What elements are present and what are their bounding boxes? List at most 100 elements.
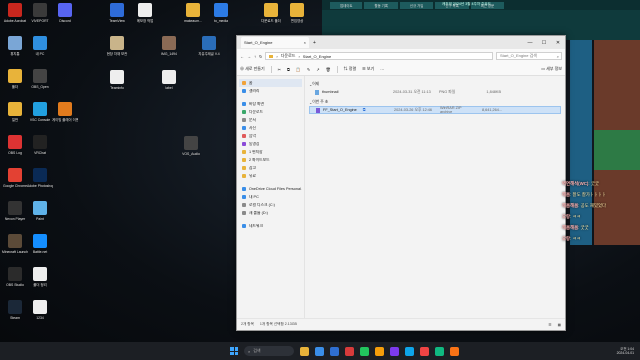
- desktop-icon[interactable]: makeaum...: [180, 3, 206, 23]
- taskbar-app-icon[interactable]: [345, 346, 354, 356]
- nav-item[interactable]: 음악: [239, 132, 302, 140]
- taskbar-app-icon[interactable]: [375, 346, 384, 356]
- group-header-yesterday[interactable]: ⌄ 어제: [309, 80, 561, 88]
- nav-item[interactable]: 참고: [239, 164, 302, 172]
- desktop-icon[interactable]: to_media: [208, 3, 234, 23]
- forward-arrow-icon[interactable]: →: [247, 54, 251, 59]
- desktop-icon[interactable]: VRChat: [27, 135, 53, 155]
- share-icon[interactable]: ↗: [316, 67, 319, 72]
- taskbar-app-icon[interactable]: [420, 346, 429, 356]
- desktop-icon[interactable]: OBS_Open: [27, 69, 53, 89]
- new-tab-button[interactable]: +: [313, 40, 316, 46]
- breadcrumb-downloads[interactable]: 다운로드: [281, 53, 296, 59]
- desktop-icon[interactable]: 1234: [27, 300, 53, 320]
- tile-view-icon[interactable]: ▦: [558, 323, 561, 327]
- minimize-button[interactable]: —: [523, 40, 537, 46]
- close-button[interactable]: ✕: [551, 40, 565, 46]
- more-button[interactable]: ···: [380, 67, 384, 72]
- new-button[interactable]: ⊕ 새로 만들기: [240, 66, 265, 72]
- nav-item[interactable]: 문서: [239, 116, 302, 124]
- desktop-icon[interactable]: OBS Log: [2, 135, 28, 155]
- desktop-icon[interactable]: TeamView: [104, 3, 130, 23]
- taskbar-app-icon[interactable]: [390, 346, 399, 356]
- nav-item[interactable]: 유료: [239, 172, 302, 180]
- nav-item[interactable]: 사진: [239, 124, 302, 132]
- desktop-icon[interactable]: Google Chrome: [2, 168, 28, 188]
- list-view-icon[interactable]: ☰: [548, 323, 551, 327]
- desktop-icon[interactable]: IMG_1494: [156, 36, 182, 56]
- nav-item[interactable]: 1 편지함: [239, 148, 302, 156]
- breadcrumb-current[interactable]: Start_O_Engine: [303, 54, 331, 59]
- taskbar-app-icon[interactable]: [360, 346, 369, 356]
- desktop-icon[interactable]: 게이밍 플레이 이벤트: [52, 102, 78, 122]
- maximize-button[interactable]: ☐: [537, 40, 551, 46]
- nav-item[interactable]: 바탕 화면: [239, 100, 302, 108]
- desktop-icon[interactable]: 내 PC: [27, 36, 53, 56]
- taskbar-app-icon[interactable]: [300, 346, 309, 356]
- desktop-icon[interactable]: Steam: [2, 300, 28, 320]
- desktop-icon[interactable]: 폴더 정리: [27, 267, 53, 287]
- desktop-icon[interactable]: 현장 자재 보관: [104, 36, 130, 56]
- paste-icon[interactable]: 📋: [296, 67, 301, 72]
- sort-button[interactable]: ⇅ 정렬: [344, 66, 357, 72]
- address-input[interactable]: › 다운로드 › Start_O_Engine: [265, 52, 493, 60]
- desktop-icon[interactable]: VOS_Audio: [178, 136, 204, 156]
- desktop-icon[interactable]: Minecraft Launcher: [2, 234, 28, 254]
- delete-icon[interactable]: 🗑: [326, 67, 331, 72]
- desktop-icon[interactable]: Adobe Photoshop: [27, 168, 53, 188]
- desktop-icon[interactable]: OBS Studio: [2, 267, 28, 287]
- explorer-titlebar[interactable]: Start_O_Engine × + — ☐ ✕: [237, 36, 565, 49]
- desktop-icon[interactable]: VIVEPORT: [27, 3, 53, 23]
- group-header-earlier[interactable]: ⌄ 이번 주 초: [309, 98, 561, 106]
- desktop-icon[interactable]: 자유주제글 V.4: [196, 36, 222, 56]
- desktop-icon[interactable]: Battle.net: [27, 234, 53, 254]
- desktop-icon[interactable]: 메모장 작업: [132, 3, 158, 23]
- desktop-icon[interactable]: VSC Console: [27, 102, 53, 122]
- copy-icon[interactable]: ⧉: [287, 67, 290, 72]
- taskbar-search[interactable]: ⌕ 검색: [244, 346, 294, 356]
- share-badge-icon[interactable]: ⧉: [363, 108, 366, 112]
- nav-item[interactable]: 2 화이트보드: [239, 156, 302, 164]
- file-explorer-window[interactable]: Start_O_Engine × + — ☐ ✕ ← → ↑ ↻ › 다운로드 …: [236, 35, 566, 331]
- desktop-icon[interactable]: Adobe Acrobat: [2, 3, 28, 23]
- desktop-icon[interactable]: 폴더: [2, 69, 28, 89]
- nav-item[interactable]: OneDrive Cloud Files Personal A: [239, 185, 302, 193]
- start-button[interactable]: [230, 347, 238, 355]
- desktop-icon[interactable]: Nexon Player: [2, 201, 28, 221]
- nav-item[interactable]: 네트워크: [239, 222, 302, 230]
- nav-item[interactable]: 다운로드: [239, 108, 302, 116]
- taskbar-app-icon[interactable]: [405, 346, 414, 356]
- file-type: PNG 파일: [439, 89, 456, 94]
- tab-close-icon[interactable]: ×: [304, 40, 306, 45]
- up-arrow-icon[interactable]: ↑: [254, 54, 256, 59]
- taskbar-app-icon[interactable]: [435, 346, 444, 356]
- nav-item[interactable]: 로컬 디스크 (C:): [239, 201, 302, 209]
- cut-icon[interactable]: ✂: [278, 67, 281, 72]
- desktop-icon[interactable]: 일반: [2, 102, 28, 122]
- desktop-icon[interactable]: Paint: [27, 201, 53, 221]
- nav-item[interactable]: 내 PC: [239, 193, 302, 201]
- taskbar-app-icon[interactable]: [315, 346, 324, 356]
- nav-item[interactable]: 새 볼륨 (D:): [239, 209, 302, 217]
- desktop-icon[interactable]: 다운로드 폴더: [258, 3, 284, 23]
- details-button[interactable]: ▭ 세부 정보: [541, 66, 562, 72]
- refresh-icon[interactable]: ↻: [259, 54, 262, 59]
- rename-icon[interactable]: ✎: [307, 67, 310, 72]
- taskbar-app-icon[interactable]: [330, 346, 339, 356]
- taskbar-app-icon[interactable]: [450, 346, 459, 356]
- desktop-icon[interactable]: 휴지통: [2, 36, 28, 56]
- nav-item[interactable]: 갤러리: [239, 87, 302, 95]
- desktop-icon[interactable]: Teaminfo: [104, 70, 130, 90]
- search-input[interactable]: Start_O_Engine 검색 ⌕: [496, 52, 562, 60]
- desktop-icon[interactable]: 편집영상: [284, 3, 310, 23]
- file-row-ff-start-o-engine[interactable]: FF_Start_O_Engine ⧉ 2024-03-26 오후 12:46 W…: [309, 106, 561, 114]
- tab-start-o-engine[interactable]: Start_O_Engine ×: [241, 37, 309, 48]
- nav-item[interactable]: 동영상: [239, 140, 302, 148]
- system-tray-clock[interactable]: 오전 1:04 2024-04-01: [617, 347, 634, 355]
- view-button[interactable]: ☰ 보기: [362, 66, 374, 72]
- back-arrow-icon[interactable]: ←: [240, 54, 244, 59]
- desktop-icon[interactable]: label: [156, 70, 182, 90]
- desktop-icon[interactable]: Discord: [52, 3, 78, 23]
- nav-item[interactable]: 홈: [239, 79, 302, 87]
- file-row-thumbnail[interactable]: thumbnail 2024-03-31 오전 11:13 PNG 파일 1,8…: [309, 88, 561, 96]
